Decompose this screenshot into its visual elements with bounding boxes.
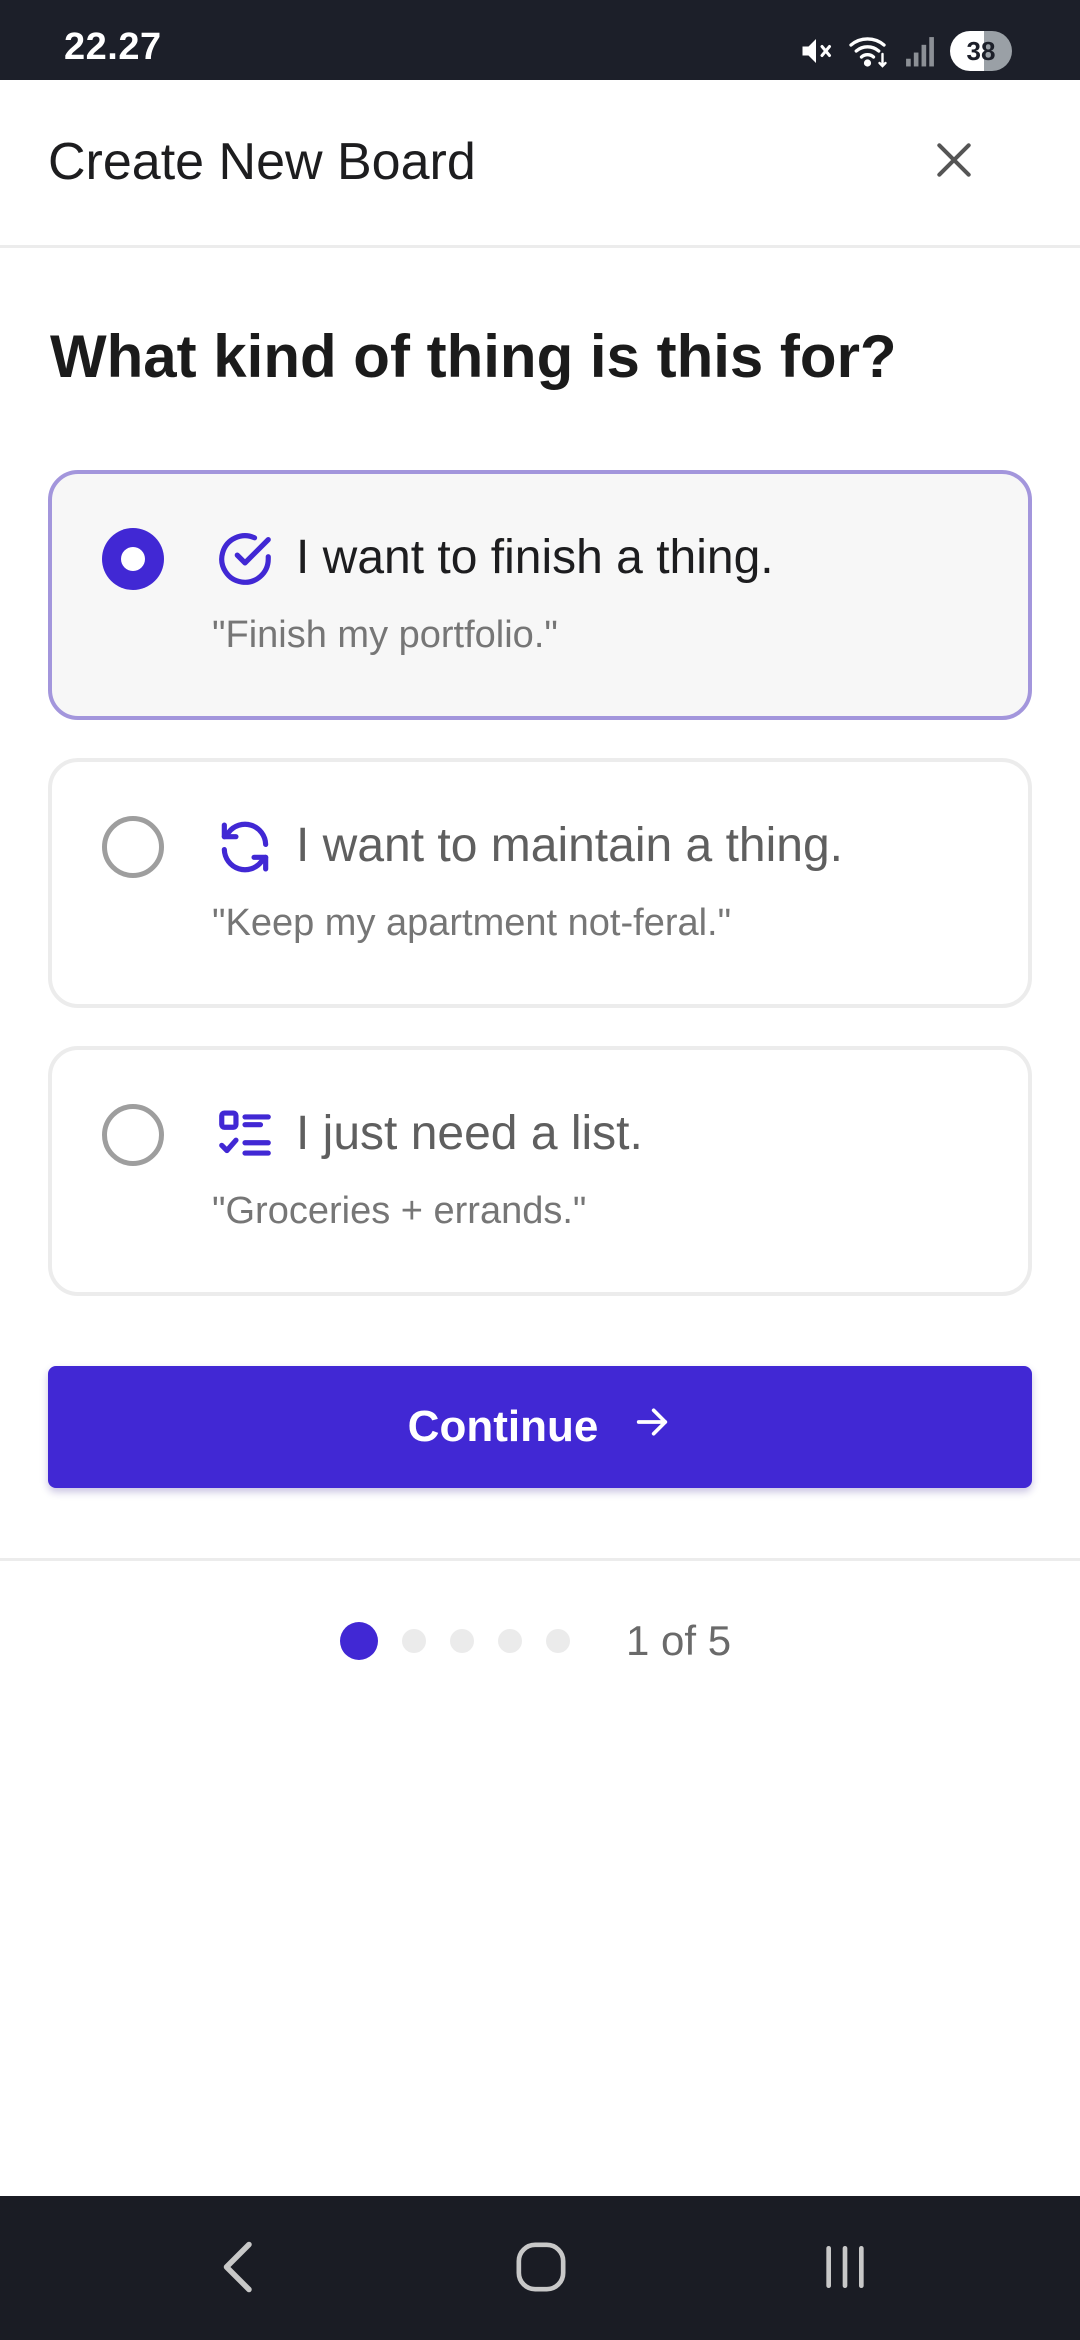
- back-icon: [214, 2237, 264, 2302]
- pager-dot: [546, 1629, 570, 1653]
- nav-recents-button[interactable]: [790, 2224, 900, 2314]
- continue-label: Continue: [407, 1402, 599, 1451]
- battery-icon: 38: [950, 31, 1012, 71]
- mute-icon: [798, 33, 834, 69]
- home-icon: [513, 2239, 569, 2300]
- status-time: 22.27: [64, 26, 162, 68]
- radio-finish[interactable]: [102, 528, 164, 590]
- option-maintain[interactable]: I want to maintain a thing. "Keep my apa…: [48, 758, 1032, 1008]
- option-description: "Groceries + errands.": [212, 1190, 587, 1232]
- pager-dot: [498, 1629, 522, 1653]
- radio-maintain[interactable]: [102, 816, 164, 878]
- footer-divider: [0, 1558, 1080, 1561]
- continue-button[interactable]: Continue: [48, 1366, 1032, 1488]
- arrow-right-icon: [632, 1402, 672, 1453]
- option-description: "Keep my apartment not-feral.": [212, 902, 732, 944]
- step-pager: 1 of 5: [340, 1616, 731, 1666]
- check-circle-icon: [214, 528, 276, 590]
- recents-icon: [817, 2239, 873, 2300]
- option-description: "Finish my portfolio.": [212, 614, 558, 656]
- option-title: I just need a list.: [296, 1107, 643, 1160]
- system-nav-bar: [0, 2196, 1080, 2340]
- close-icon: [932, 138, 976, 187]
- nav-back-button[interactable]: [184, 2224, 294, 2314]
- close-button[interactable]: [918, 126, 990, 198]
- page-title: Create New Board: [48, 133, 476, 191]
- pager-dot: [402, 1629, 426, 1653]
- status-icons: 38: [798, 28, 1012, 74]
- option-list[interactable]: I just need a list. "Groceries + errands…: [48, 1046, 1032, 1296]
- checklist-icon: [214, 1104, 276, 1166]
- pager-label: 1 of 5: [626, 1617, 732, 1664]
- option-finish[interactable]: I want to finish a thing. "Finish my por…: [48, 470, 1032, 720]
- option-title: I want to maintain a thing.: [296, 819, 843, 872]
- radio-list[interactable]: [102, 1104, 164, 1166]
- nav-home-button[interactable]: [486, 2224, 596, 2314]
- pager-dot-active: [340, 1622, 378, 1660]
- pager-dot: [450, 1629, 474, 1653]
- refresh-icon: [214, 816, 276, 878]
- option-title: I want to finish a thing.: [296, 531, 774, 584]
- wifi-icon: [848, 33, 890, 69]
- question-heading: What kind of thing is this for?: [50, 323, 897, 390]
- signal-icon: [904, 34, 936, 68]
- status-bar: 22.27 38: [0, 0, 1080, 80]
